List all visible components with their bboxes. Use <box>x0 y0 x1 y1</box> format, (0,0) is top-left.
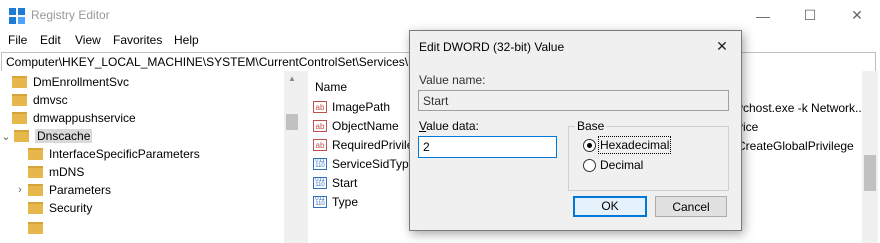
tree-item-selected[interactable]: ⌄ Dnscache <box>0 127 93 145</box>
tree-scrollbar-thumb[interactable] <box>286 114 298 130</box>
tree-item-label: DmEnrollmentSvc <box>33 75 130 89</box>
folder-icon <box>28 148 43 160</box>
menu-file[interactable]: File <box>8 33 27 47</box>
value-name-text: Start <box>423 94 449 108</box>
list-item[interactable]: 011 110 Type <box>313 193 358 211</box>
cancel-button[interactable]: Cancel <box>655 196 727 217</box>
tree-item[interactable]: mDNS <box>28 163 84 181</box>
value-name: Start <box>332 176 358 190</box>
close-icon[interactable]: ✕ <box>714 38 730 54</box>
tree-item-label: dmwappushservice <box>33 111 136 125</box>
binary-value-icon: 011 110 <box>313 177 327 189</box>
folder-icon <box>28 222 43 234</box>
tree-item-label: Parameters <box>49 183 112 197</box>
list-item[interactable]: ab RequiredPrivile <box>313 136 413 154</box>
menu-edit[interactable]: Edit <box>40 33 61 47</box>
string-value-icon: ab <box>313 139 327 151</box>
maximize-button[interactable]: ☐ <box>787 0 833 31</box>
minimize-button[interactable]: — <box>740 0 786 31</box>
tree-item-label: InterfaceSpecificParameters <box>49 147 200 161</box>
folder-icon <box>28 184 43 196</box>
list-scrollbar-thumb[interactable] <box>864 155 876 191</box>
tree-item[interactable]: dmwappushservice <box>12 109 136 127</box>
dialog-title: Edit DWORD (32-bit) Value <box>419 40 565 54</box>
folder-icon <box>28 166 43 178</box>
tree-item-label: dmvsc <box>33 93 68 107</box>
radio-hexadecimal[interactable] <box>583 139 596 152</box>
list-item[interactable]: ab ImagePath <box>313 98 390 116</box>
value-name: ServiceSidType <box>332 157 416 171</box>
radio-decimal[interactable] <box>583 159 596 172</box>
menu-view[interactable]: View <box>75 33 101 47</box>
folder-icon <box>12 94 27 106</box>
tree-item[interactable]: Security <box>28 199 92 217</box>
tree-item[interactable]: › Parameters <box>14 181 111 199</box>
scroll-up-icon[interactable]: ▲ <box>286 74 298 86</box>
value-data-cell: vchost.exe -k Network... <box>737 101 866 115</box>
list-item[interactable]: 011 110 Start <box>313 174 357 192</box>
value-data-text: 2 <box>423 140 430 154</box>
value-data-label: Value data: <box>419 119 479 133</box>
radio-selected-dot <box>587 143 592 148</box>
value-name: RequiredPrivile <box>332 138 414 152</box>
binary-value-icon: 011 110 <box>313 196 327 208</box>
base-groupbox <box>568 126 729 191</box>
base-label: Base <box>575 119 607 133</box>
menu-help[interactable]: Help <box>174 33 199 47</box>
folder-icon <box>28 202 43 214</box>
folder-icon <box>14 130 29 142</box>
menu-favorites[interactable]: Favorites <box>113 33 162 47</box>
folder-icon <box>12 76 27 88</box>
value-name: Type <box>332 195 359 209</box>
window-title: Registry Editor <box>31 8 110 22</box>
list-item[interactable]: ab ObjectName <box>313 117 399 135</box>
pane-splitter[interactable] <box>300 71 308 243</box>
registry-editor-icon <box>9 8 25 24</box>
value-name: ObjectName <box>332 119 399 133</box>
chevron-down-icon[interactable]: ⌄ <box>0 130 12 143</box>
tree-item-partial[interactable] <box>28 219 49 237</box>
tree-item[interactable]: InterfaceSpecificParameters <box>28 145 200 163</box>
binary-value-icon: 011 110 <box>313 158 327 170</box>
value-name: ImagePath <box>332 100 391 114</box>
close-window-button[interactable]: ✕ <box>834 0 880 31</box>
ok-button[interactable]: OK <box>573 196 647 217</box>
tree-item-label: Dnscache <box>35 129 93 143</box>
value-name-label: Value name: <box>419 73 486 87</box>
radio-hexadecimal-label[interactable]: Hexadecimal <box>597 136 672 154</box>
tree-item-label: Security <box>49 201 93 215</box>
radio-decimal-label[interactable]: Decimal <box>600 158 643 172</box>
value-data-cell: CreateGlobalPrivilege <box>737 139 854 153</box>
tree-item[interactable]: dmvsc <box>12 91 68 109</box>
value-data-input[interactable] <box>418 136 557 158</box>
string-value-icon: ab <box>313 101 327 113</box>
address-path: Computer\HKEY_LOCAL_MACHINE\SYSTEM\Curre… <box>6 55 424 69</box>
tree-item-label: mDNS <box>49 165 85 179</box>
list-item[interactable]: 011 110 ServiceSidType <box>313 155 415 173</box>
tree-item[interactable]: DmEnrollmentSvc <box>12 73 129 91</box>
column-header-name[interactable]: Name <box>315 80 347 94</box>
string-value-icon: ab <box>313 120 327 132</box>
folder-icon <box>12 112 27 124</box>
tree-scrollbar[interactable] <box>284 71 300 243</box>
chevron-right-icon[interactable]: › <box>14 184 26 196</box>
value-name-field <box>418 90 729 111</box>
